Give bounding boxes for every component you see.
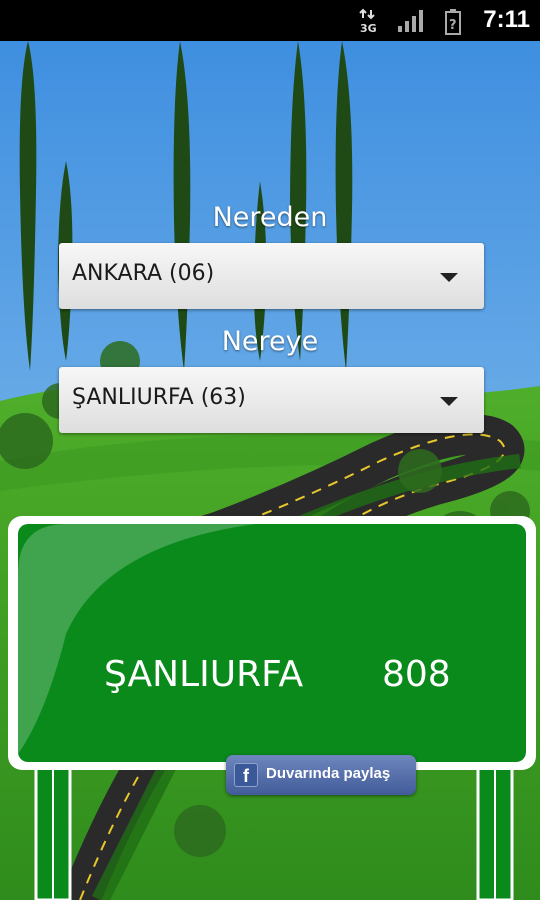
share-button-label: Duvarında paylaş bbox=[266, 765, 391, 782]
svg-text:3G: 3G bbox=[360, 22, 377, 34]
from-city-dropdown[interactable]: ANKARA (06) bbox=[59, 243, 484, 309]
status-bar: 3G ? 7:11 bbox=[0, 0, 540, 41]
dropdown-arrow-icon bbox=[440, 273, 458, 282]
from-city-value: ANKARA (06) bbox=[72, 261, 215, 286]
facebook-share-button[interactable]: f Duvarında paylaş bbox=[226, 755, 416, 795]
to-city-dropdown[interactable]: ŞANLIURFA (63) bbox=[59, 367, 484, 433]
sign-distance: 808 bbox=[382, 654, 451, 695]
to-label: Nereye bbox=[221, 326, 319, 357]
battery-icon: ? bbox=[445, 9, 461, 35]
to-city-value: ŞANLIURFA (63) bbox=[72, 385, 246, 410]
clock: 7:11 bbox=[483, 6, 530, 33]
signal-icon bbox=[398, 10, 423, 32]
data-transfer-icon: 3G bbox=[359, 8, 377, 34]
from-label: Nereden bbox=[212, 202, 328, 233]
dropdown-arrow-icon bbox=[440, 397, 458, 406]
road-sign-board bbox=[8, 516, 536, 770]
svg-text:?: ? bbox=[449, 18, 457, 33]
facebook-icon: f bbox=[234, 763, 258, 787]
sign-city: ŞANLIURFA bbox=[104, 654, 304, 695]
distance-sign: ŞANLIURFA 808 bbox=[6, 514, 540, 772]
